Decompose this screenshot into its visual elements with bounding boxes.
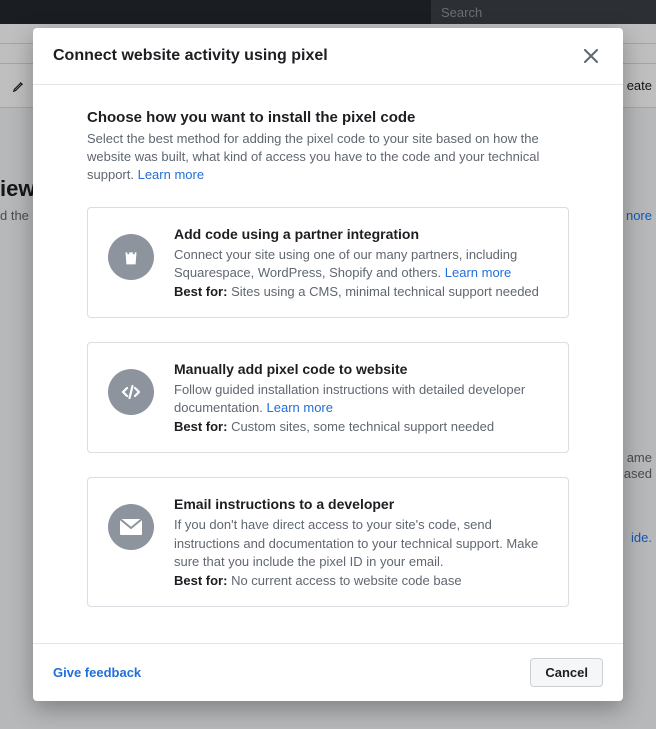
option-email-developer[interactable]: Email instructions to a developer If you… (87, 477, 569, 607)
bestfor-label: Best for: (174, 419, 227, 434)
modal-body: Choose how you want to install the pixel… (33, 85, 623, 643)
learn-more-link[interactable]: Learn more (267, 400, 333, 415)
option-bestfor: Best for: Sites using a CMS, minimal tec… (174, 284, 548, 299)
option-bestfor: Best for: No current access to website c… (174, 573, 548, 588)
section-heading: Choose how you want to install the pixel… (87, 109, 569, 126)
give-feedback-link[interactable]: Give feedback (53, 665, 141, 680)
option-desc-text: If you don't have direct access to your … (174, 517, 538, 568)
close-icon (584, 49, 598, 63)
email-icon (108, 504, 154, 550)
option-desc-text: Follow guided installation instructions … (174, 382, 525, 415)
modal-footer: Give feedback Cancel (33, 643, 623, 701)
modal-header: Connect website activity using pixel (33, 28, 623, 85)
bestfor-text: Sites using a CMS, minimal technical sup… (227, 284, 538, 299)
option-description: Follow guided installation instructions … (174, 381, 548, 417)
cancel-button[interactable]: Cancel (530, 658, 603, 687)
option-partner-integration[interactable]: Add code using a partner integration Con… (87, 207, 569, 318)
option-description: Connect your site using one of our many … (174, 246, 548, 282)
option-title: Email instructions to a developer (174, 496, 548, 512)
shopping-bag-icon (108, 234, 154, 280)
learn-more-link[interactable]: Learn more (138, 167, 204, 182)
option-body: Manually add pixel code to website Follo… (174, 361, 548, 434)
bestfor-text: No current access to website code base (227, 573, 461, 588)
modal-title: Connect website activity using pixel (53, 47, 579, 65)
option-title: Add code using a partner integration (174, 226, 548, 242)
option-body: Add code using a partner integration Con… (174, 226, 548, 299)
option-bestfor: Best for: Custom sites, some technical s… (174, 419, 548, 434)
close-button[interactable] (579, 44, 603, 68)
option-manual-code[interactable]: Manually add pixel code to website Follo… (87, 342, 569, 453)
bestfor-label: Best for: (174, 284, 227, 299)
code-icon (108, 369, 154, 415)
modal-dialog: Connect website activity using pixel Cho… (33, 28, 623, 701)
learn-more-link[interactable]: Learn more (445, 265, 511, 280)
option-title: Manually add pixel code to website (174, 361, 548, 377)
section-description: Select the best method for adding the pi… (87, 130, 569, 185)
option-description: If you don't have direct access to your … (174, 516, 548, 571)
bestfor-text: Custom sites, some technical support nee… (227, 419, 494, 434)
bestfor-label: Best for: (174, 573, 227, 588)
options-list: Add code using a partner integration Con… (87, 207, 569, 607)
option-body: Email instructions to a developer If you… (174, 496, 548, 588)
